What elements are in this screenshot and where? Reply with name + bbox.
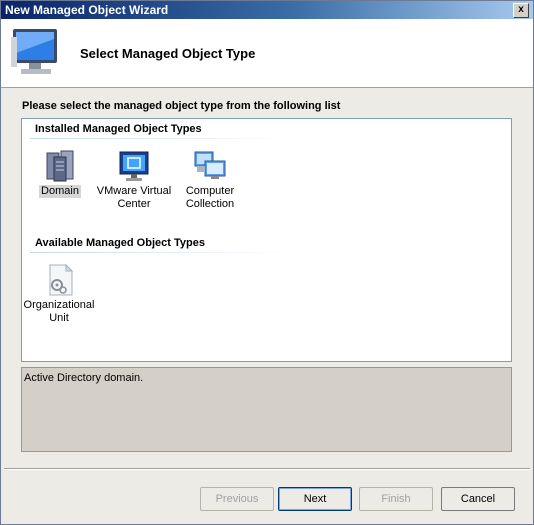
previous-button[interactable]: Previous — [200, 487, 274, 511]
list-item-label: Unit — [49, 312, 69, 324]
installed-group-divider — [30, 138, 290, 139]
monitor-icon — [11, 29, 57, 74]
page-title: Select Managed Object Type — [80, 46, 256, 61]
available-group-header: Available Managed Object Types — [35, 237, 205, 249]
instruction-text: Please select the managed object type fr… — [22, 100, 341, 112]
managed-object-type-list[interactable]: Installed Managed Object Types Domain VM… — [21, 118, 512, 362]
list-item-label: Organizational — [23, 299, 95, 311]
finish-button[interactable]: Finish — [359, 487, 433, 511]
list-item-label: Collection — [185, 198, 235, 210]
list-item-organizational-unit[interactable]: Organizational Unit — [19, 263, 99, 325]
list-item-label: Domain — [39, 185, 81, 198]
list-item-label: VMware Virtual — [96, 185, 172, 197]
description-panel: Active Directory domain. — [21, 367, 512, 452]
description-text: Active Directory domain. — [24, 372, 144, 384]
list-item-label: Computer — [185, 185, 235, 197]
list-item-domain[interactable]: Domain — [20, 149, 100, 198]
window-title: New Managed Object Wizard — [5, 3, 169, 17]
wizard-header: Select Managed Object Type — [1, 19, 533, 88]
installed-group-header: Installed Managed Object Types — [35, 123, 202, 135]
list-item-label: Center — [117, 198, 151, 210]
title-bar[interactable]: New Managed Object Wizard x — [1, 1, 533, 19]
list-item-computer-collection[interactable]: Computer Collection — [170, 149, 250, 211]
available-group-divider — [30, 252, 290, 253]
vmware-monitor-icon — [119, 151, 149, 181]
button-separator — [4, 468, 530, 470]
close-icon: x — [518, 4, 524, 15]
wizard-window: New Managed Object Wizard x Select Manag… — [0, 0, 534, 525]
server-cluster-icon — [46, 150, 74, 182]
document-gear-icon — [49, 263, 74, 296]
computer-collection-icon — [194, 151, 226, 179]
close-button[interactable]: x — [513, 3, 529, 18]
list-item-vmware-virtual-center[interactable]: VMware Virtual Center — [94, 149, 174, 211]
next-button[interactable]: Next — [278, 487, 352, 511]
cancel-button[interactable]: Cancel — [441, 487, 515, 511]
